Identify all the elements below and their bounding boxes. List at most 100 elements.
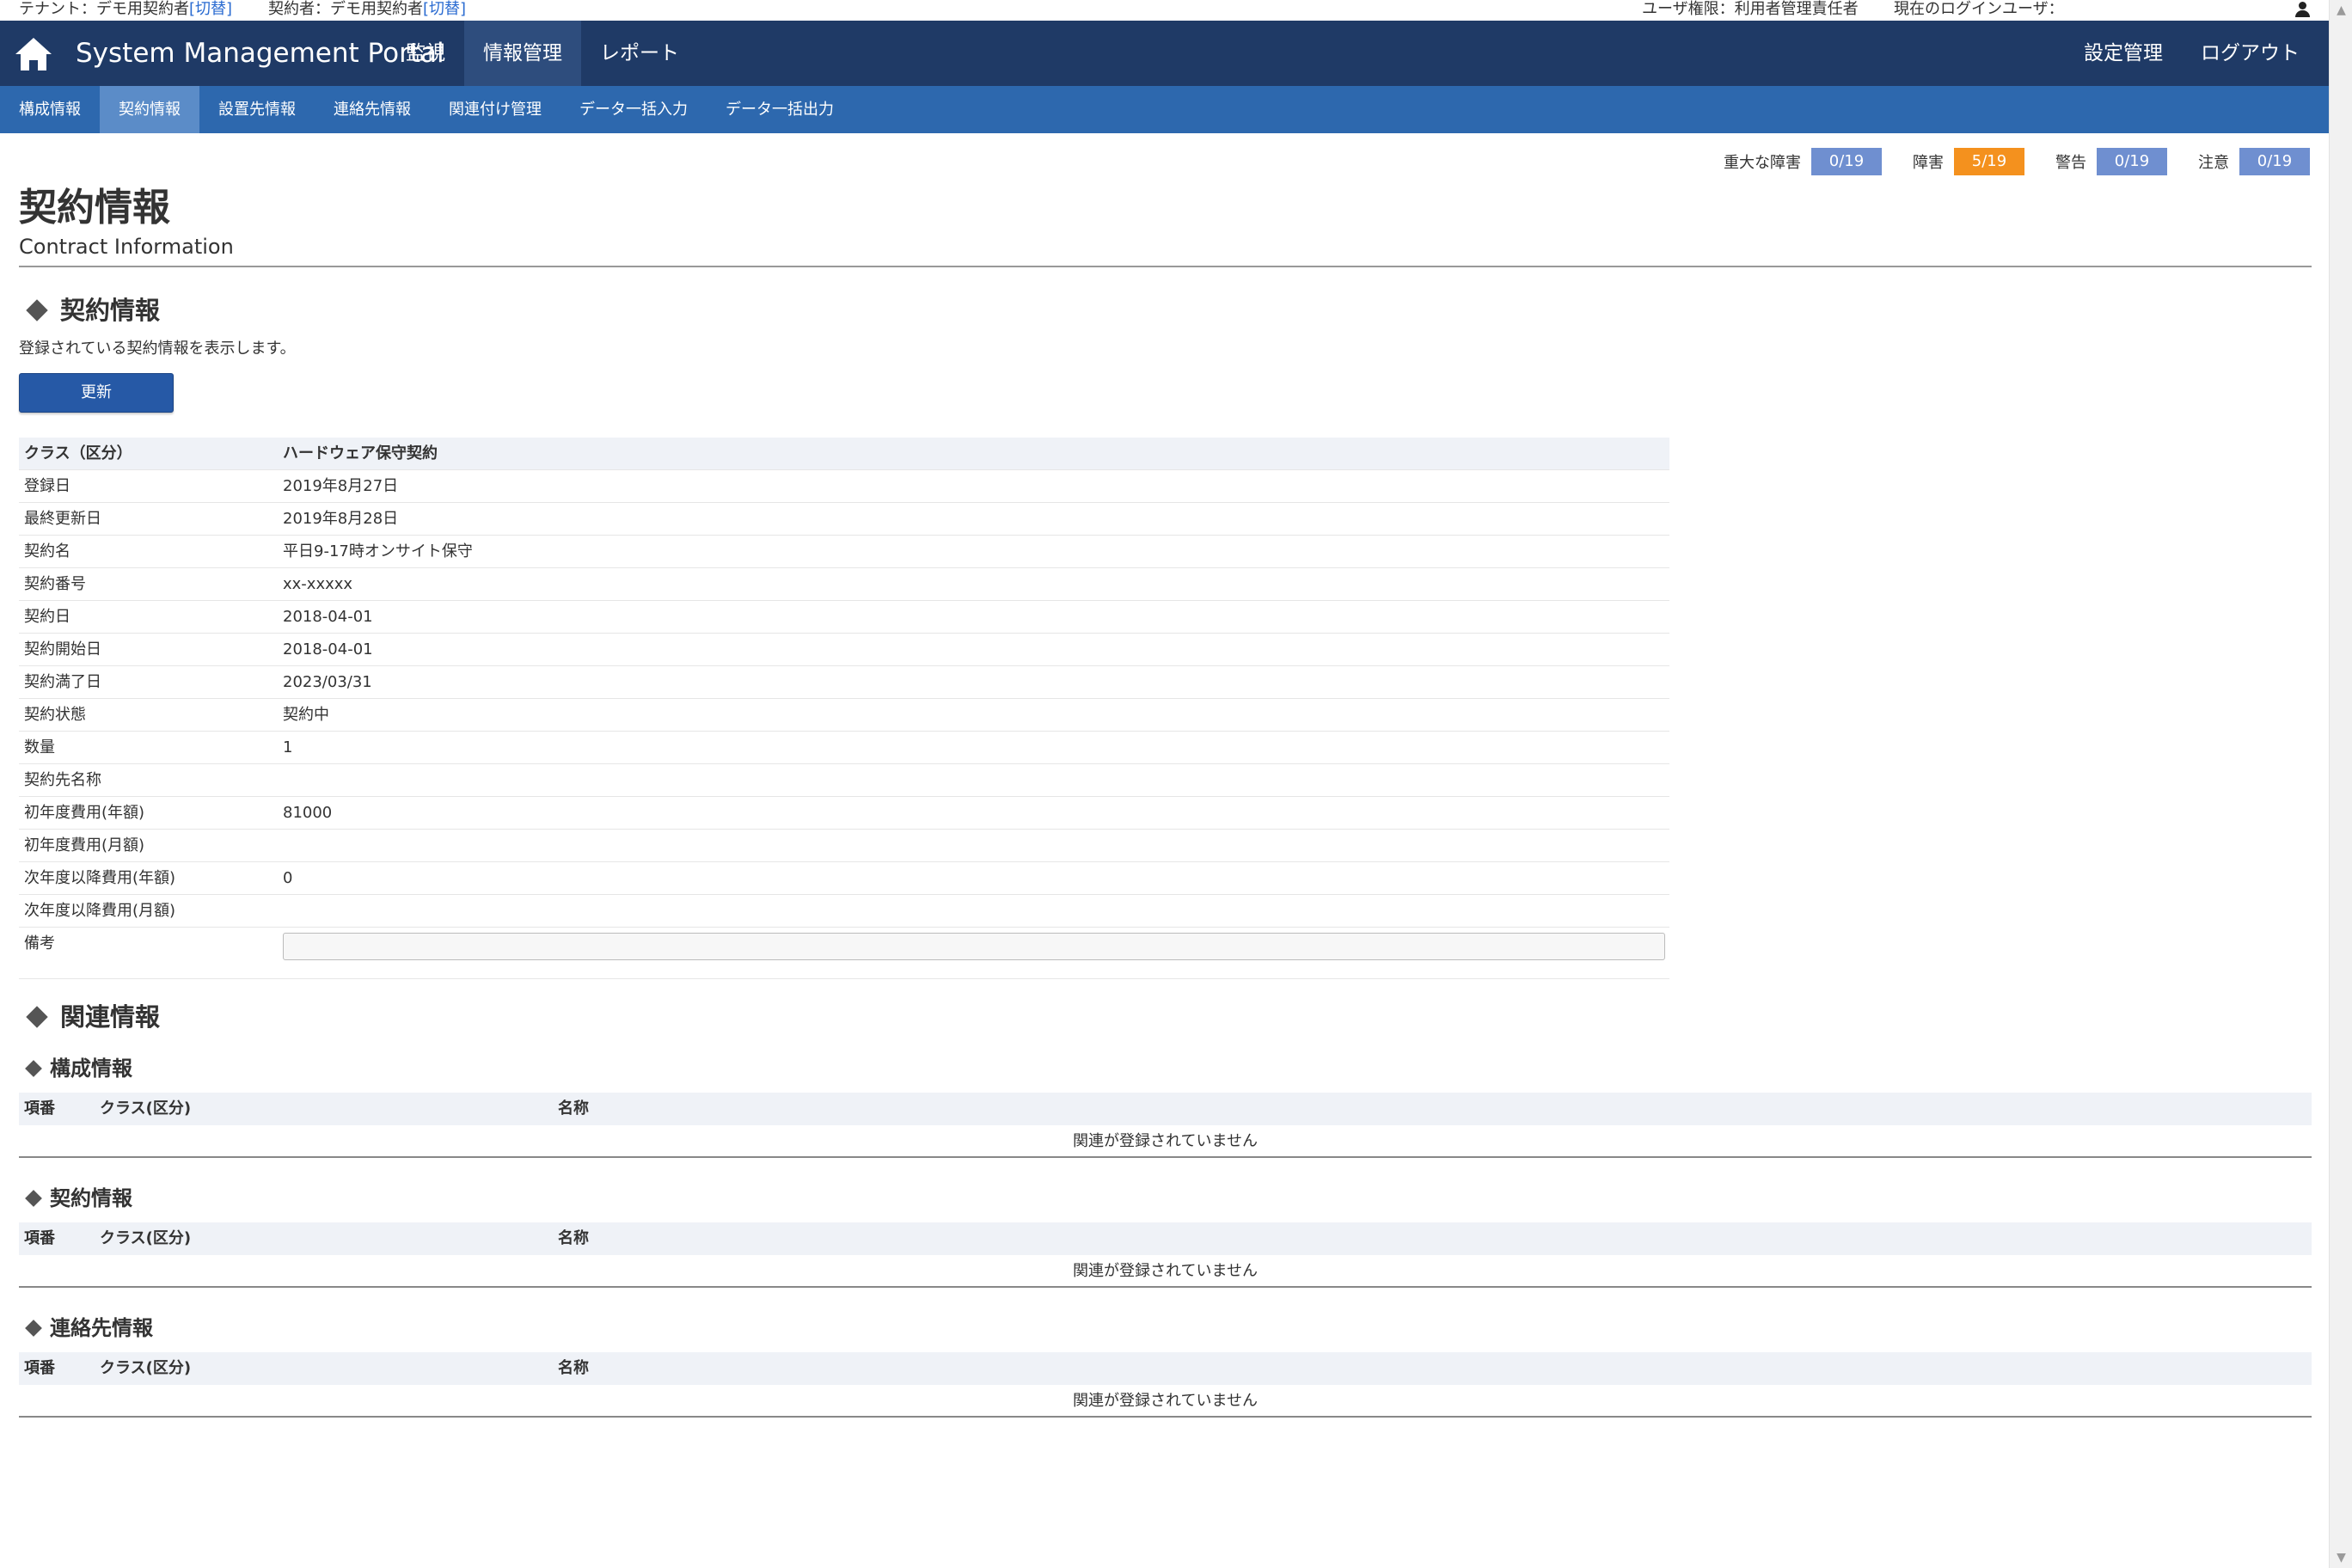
diamond-icon [26, 1006, 48, 1028]
contract-description: 登録されている契約情報を表示します。 [19, 340, 296, 358]
row-key: 契約満了日 [24, 673, 101, 691]
right-nav: 設定管理 ログアウト [2065, 21, 2318, 86]
subnav-configuration[interactable]: 構成情報 [0, 86, 100, 133]
nav-monitoring[interactable]: 監視 [387, 21, 464, 86]
table-row: 登録日 2019年8月27日 [19, 470, 1669, 503]
scroll-up-icon[interactable]: ▲ [2330, 0, 2352, 21]
notes-field[interactable] [283, 933, 1665, 960]
contractor-label: 契約者：デモ用契約者 [268, 0, 423, 18]
subnav-bulk-input[interactable]: データ一括入力 [560, 86, 707, 133]
column-name: 名称 [558, 1229, 589, 1247]
nav-logout[interactable]: ログアウト [2182, 21, 2318, 86]
contract-class-key: クラス（区分） [24, 444, 132, 462]
row-value: 81000 [283, 804, 333, 822]
related-section-heading-text: 関連情報 [60, 1002, 161, 1032]
table-row: 契約状態 契約中 [19, 699, 1669, 732]
alert-failure: 障害 5/19 [1913, 148, 2024, 175]
notes-label: 備考 [24, 934, 55, 952]
table-row: 初年度費用(月額) [19, 830, 1669, 862]
contractor-info: 契約者：デモ用契約者[切替] [268, 0, 466, 19]
column-class: クラス(区分) [100, 1099, 192, 1118]
row-key: 契約開始日 [24, 640, 101, 658]
page-title: 契約情報 [19, 186, 170, 230]
main-nav: 監視 情報管理 レポート [387, 21, 698, 86]
alert-caution-badge[interactable]: 0/19 [2239, 148, 2310, 175]
alert-caution-label: 注意 [2198, 154, 2229, 172]
table-row: 初年度費用(年額) 81000 [19, 797, 1669, 830]
row-value: 契約中 [283, 706, 329, 724]
related-config-table: 項番 クラス(区分) 名称 関連が登録されていません [19, 1093, 2312, 1158]
alert-critical-badge[interactable]: 0/19 [1811, 148, 1882, 175]
row-value: 2018-04-01 [283, 608, 373, 626]
related-config-heading: 構成情報 [25, 1056, 132, 1081]
row-value: 2018-04-01 [283, 640, 373, 658]
title-divider [19, 266, 2312, 267]
column-class: クラス(区分) [100, 1359, 192, 1377]
related-config-heading-text: 構成情報 [50, 1057, 132, 1081]
empty-message: 関連が登録されていません [19, 1255, 2312, 1288]
contract-section-heading: 契約情報 [26, 295, 160, 326]
table-header: 項番 クラス(区分) 名称 [19, 1093, 2312, 1125]
subnav-contact[interactable]: 連絡先情報 [315, 86, 430, 133]
table-header: 項番 クラス(区分) 名称 [19, 1352, 2312, 1385]
login-user: 現在のログインユーザ： [1894, 0, 2064, 18]
alert-counters: 重大な障害 0/19 障害 5/19 警告 0/19 注意 0/19 [1693, 148, 2310, 175]
alert-critical-label: 重大な障害 [1724, 154, 1801, 172]
subnav-association[interactable]: 関連付け管理 [430, 86, 560, 133]
row-key: 登録日 [24, 477, 70, 495]
scroll-down-icon[interactable]: ▼ [2330, 1547, 2352, 1568]
row-key: 数量 [24, 738, 55, 756]
empty-message: 関連が登録されていません [19, 1125, 2312, 1158]
related-contact-table: 項番 クラス(区分) 名称 関連が登録されていません [19, 1352, 2312, 1418]
table-row: 次年度以降費用(年額) 0 [19, 862, 1669, 895]
empty-message: 関連が登録されていません [19, 1385, 2312, 1418]
alert-failure-label: 障害 [1913, 154, 1944, 172]
subnav-bulk-output[interactable]: データ一括出力 [707, 86, 853, 133]
related-contact-heading: 連絡先情報 [25, 1315, 153, 1341]
notes-row: 備考 [19, 928, 1669, 979]
user-icon[interactable] [2294, 2, 2310, 17]
sub-nav: 構成情報 契約情報 設置先情報 連絡先情報 関連付け管理 データ一括入力 データ… [0, 86, 2329, 133]
nav-settings[interactable]: 設定管理 [2065, 21, 2182, 86]
table-row: 契約先名称 [19, 764, 1669, 797]
table-row: 契約名 平日9-17時オンサイト保守 [19, 536, 1669, 568]
table-row: 契約満了日 2023/03/31 [19, 666, 1669, 699]
table-row: 次年度以降費用(月額) [19, 895, 1669, 928]
related-contract-table: 項番 クラス(区分) 名称 関連が登録されていません [19, 1222, 2312, 1288]
row-key: 契約日 [24, 608, 70, 626]
contract-class-row: クラス（区分） ハードウェア保守契約 [19, 438, 1669, 470]
related-contact-heading-text: 連絡先情報 [50, 1316, 153, 1340]
table-row: 数量 1 [19, 732, 1669, 764]
column-number: 項番 [24, 1099, 55, 1118]
alert-caution: 注意 0/19 [2198, 148, 2310, 175]
row-key: 初年度費用(年額) [24, 804, 145, 822]
contractor-switch-link[interactable]: [切替] [423, 0, 466, 18]
row-key: 契約先名称 [24, 771, 101, 789]
related-contract-heading-text: 契約情報 [50, 1186, 132, 1210]
related-contract-heading: 契約情報 [25, 1185, 132, 1211]
row-key: 最終更新日 [24, 510, 101, 528]
row-key: 初年度費用(月額) [24, 836, 145, 854]
subnav-installation[interactable]: 設置先情報 [199, 86, 315, 133]
vertical-scrollbar[interactable]: ▲ ▼ [2329, 0, 2352, 1568]
alert-warning-badge[interactable]: 0/19 [2097, 148, 2167, 175]
table-row: 契約開始日 2018-04-01 [19, 634, 1669, 666]
home-icon[interactable] [15, 38, 52, 70]
diamond-icon [25, 1190, 42, 1207]
row-key: 次年度以降費用(年額) [24, 869, 176, 887]
contract-table: クラス（区分） ハードウェア保守契約 登録日 2019年8月27日 最終更新日 20… [19, 438, 1669, 979]
nav-report[interactable]: レポート [581, 21, 698, 86]
row-value: 2019年8月28日 [283, 510, 399, 528]
nav-information-management[interactable]: 情報管理 [464, 21, 581, 86]
tenant-label: テナント：デモ用契約者 [19, 0, 189, 18]
page-subtitle: Contract Information [19, 235, 234, 259]
alert-failure-badge[interactable]: 5/19 [1954, 148, 2024, 175]
row-value: 2023/03/31 [283, 673, 372, 691]
tenant-switch-link[interactable]: [切替] [189, 0, 232, 18]
subnav-contract[interactable]: 契約情報 [100, 86, 199, 133]
row-value: 平日9-17時オンサイト保守 [283, 542, 473, 560]
table-row: 契約日 2018-04-01 [19, 601, 1669, 634]
column-number: 項番 [24, 1229, 55, 1247]
row-key: 契約番号 [24, 575, 86, 593]
update-button[interactable]: 更新 [19, 373, 174, 413]
